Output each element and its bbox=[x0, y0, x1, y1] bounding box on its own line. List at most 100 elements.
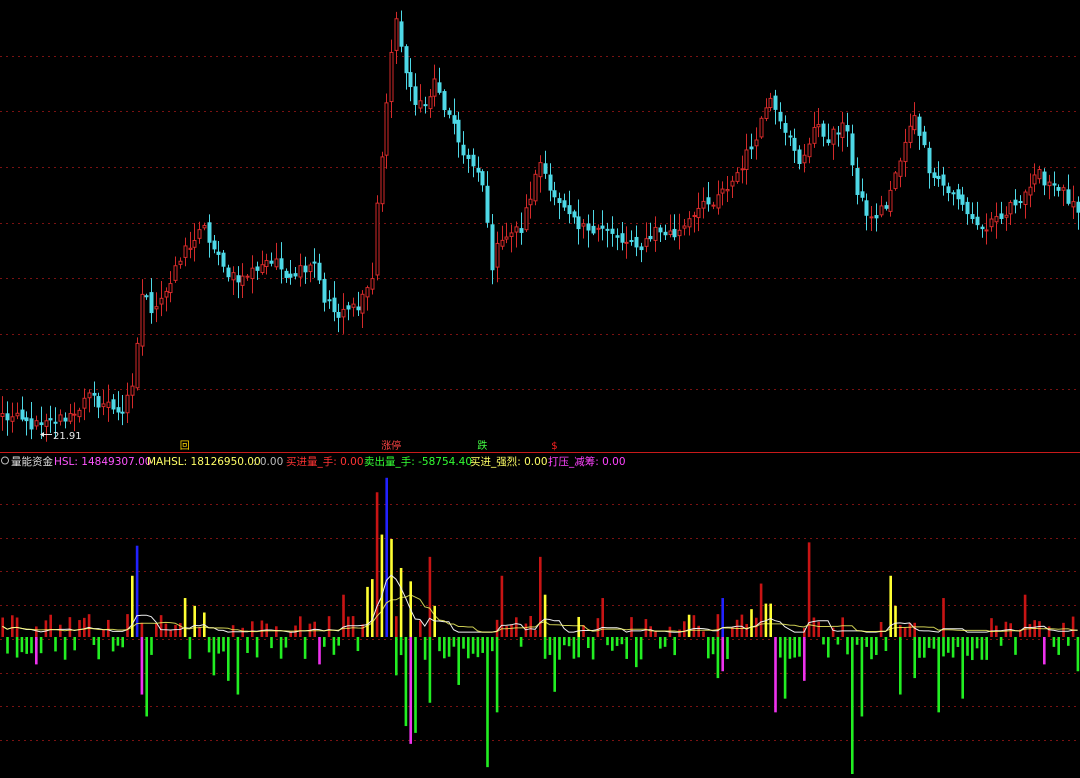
candle-body bbox=[130, 385, 135, 396]
indicator-toggle-icon[interactable] bbox=[1, 456, 9, 465]
candle-body bbox=[236, 275, 241, 283]
volume-bar-up bbox=[395, 616, 398, 637]
volume-bar-up bbox=[899, 625, 902, 637]
volume-bar-down bbox=[947, 637, 950, 653]
volume-bar-down bbox=[615, 637, 619, 646]
candle-body bbox=[936, 175, 941, 180]
volume-bar-up bbox=[102, 629, 105, 637]
price-candles bbox=[0, 10, 1080, 442]
candle-body bbox=[437, 82, 442, 93]
volume-bar-down bbox=[207, 637, 211, 653]
candle-body bbox=[869, 216, 874, 219]
volume-bar-down bbox=[399, 637, 403, 656]
candle-body bbox=[20, 409, 25, 420]
stock-chart: 回 涨停 跌 $ 21.91 量能资金 HSL: 14849307.00 MAHSL:… bbox=[0, 0, 1080, 778]
signal-marker: 跌 bbox=[477, 439, 487, 452]
candle-body bbox=[298, 265, 303, 278]
volume-bar-down bbox=[774, 637, 777, 713]
candle-body bbox=[164, 290, 169, 298]
volume-bar-up bbox=[990, 618, 993, 637]
candle-body bbox=[154, 306, 159, 310]
volume-bar-down bbox=[711, 637, 715, 655]
candle-body bbox=[912, 115, 917, 131]
candle-body bbox=[471, 154, 476, 167]
candle-body bbox=[1004, 214, 1009, 218]
volume-bar-down bbox=[548, 637, 552, 655]
volume-bar-up bbox=[644, 619, 648, 637]
candle-body bbox=[596, 227, 601, 230]
volume-bar-down bbox=[217, 637, 220, 654]
volume-bar-up bbox=[390, 539, 393, 637]
volume-bar-down bbox=[467, 637, 470, 659]
candle-body bbox=[365, 287, 370, 298]
volume-bar-up bbox=[231, 625, 235, 637]
candle-body bbox=[980, 226, 985, 230]
volume-bar-up bbox=[697, 625, 700, 637]
candle-body bbox=[826, 139, 831, 143]
volume-bar-down bbox=[961, 637, 964, 699]
candle-body bbox=[82, 397, 87, 409]
candle-body bbox=[812, 127, 817, 144]
volume-bar-up bbox=[687, 614, 691, 637]
volume-bar-down bbox=[476, 637, 480, 658]
candle-body bbox=[240, 275, 245, 286]
volume-bar-down bbox=[985, 637, 988, 660]
candle-body bbox=[149, 292, 154, 314]
candle-body bbox=[418, 100, 423, 109]
volume-bar-down bbox=[1076, 637, 1080, 672]
candle-body bbox=[456, 119, 461, 143]
candle-body bbox=[759, 117, 764, 138]
volume-bar-up bbox=[174, 624, 177, 637]
candle-body bbox=[63, 417, 68, 422]
candle-body bbox=[466, 154, 471, 159]
candle-body bbox=[288, 273, 293, 278]
volume-bar-down bbox=[246, 637, 249, 653]
volume-bar-down bbox=[975, 637, 979, 649]
volume-bar-down bbox=[116, 637, 120, 646]
candle-body bbox=[168, 283, 173, 294]
candle-body bbox=[860, 191, 865, 198]
candle-body bbox=[917, 116, 922, 136]
candle-body bbox=[754, 139, 759, 147]
volume-bar-down bbox=[318, 637, 321, 665]
volume-bar-down bbox=[937, 637, 940, 713]
candle-body bbox=[96, 396, 101, 408]
volume-bar-down bbox=[980, 637, 984, 660]
volume-bar-down bbox=[558, 637, 561, 660]
candle-body bbox=[245, 275, 250, 278]
volume-bar-down bbox=[284, 637, 288, 648]
volume-bar-down bbox=[20, 637, 24, 653]
volume-bar-up bbox=[543, 594, 547, 637]
volume-bar-down bbox=[932, 637, 936, 649]
volume-bar-up bbox=[678, 629, 681, 637]
volume-bar-up bbox=[159, 615, 163, 637]
candle-body bbox=[293, 273, 298, 277]
candle-body bbox=[624, 241, 629, 244]
candle-body bbox=[557, 198, 562, 204]
volume-bar-up bbox=[419, 620, 422, 637]
candle-body bbox=[850, 133, 855, 166]
volume-bar-down bbox=[111, 637, 115, 652]
volume-bar-down bbox=[1067, 637, 1070, 646]
candle-body bbox=[216, 251, 221, 255]
volume-bar-up bbox=[299, 616, 302, 637]
volume-bar-down bbox=[337, 637, 340, 646]
candle-body bbox=[221, 252, 226, 267]
volume-bar-down bbox=[927, 637, 931, 648]
indicator-header: 量能资金 HSL: 14849307.00 MAHSL: 18126950.00… bbox=[1, 455, 626, 468]
candle-body bbox=[668, 230, 673, 235]
candle-body bbox=[336, 311, 341, 318]
volume-bar-up bbox=[596, 618, 600, 637]
candle-body bbox=[687, 218, 692, 228]
candle-body bbox=[591, 225, 596, 234]
candle-body bbox=[308, 264, 313, 273]
candle-body bbox=[605, 228, 610, 231]
candle-body bbox=[519, 228, 524, 233]
volume-bar-up bbox=[942, 598, 945, 637]
candle-body bbox=[178, 260, 183, 265]
strong-buy-value: 买进_强烈: 0.00 bbox=[470, 456, 548, 468]
indicator-bars bbox=[1, 477, 1080, 778]
volume-bar-down bbox=[54, 637, 57, 652]
candle-body bbox=[111, 399, 116, 410]
volume-bar-down bbox=[1057, 637, 1060, 655]
